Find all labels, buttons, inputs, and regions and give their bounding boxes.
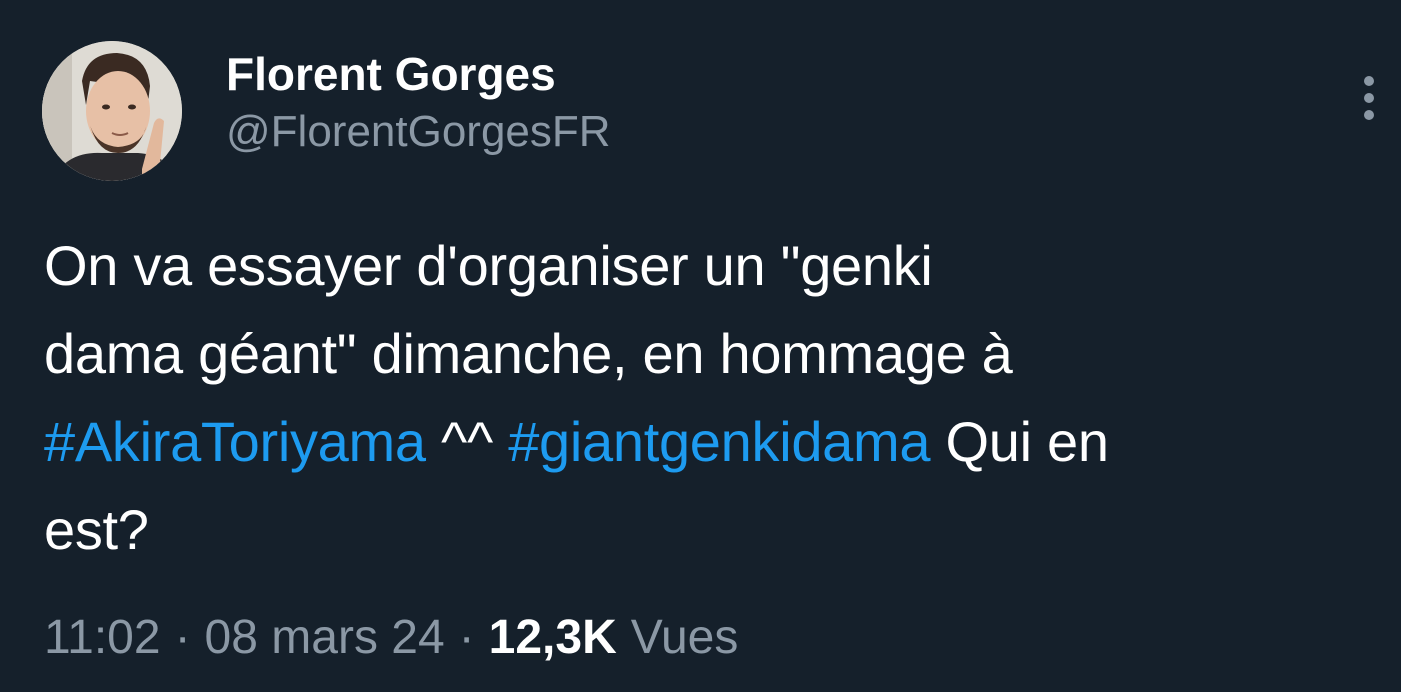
- more-vertical-icon: [1364, 76, 1374, 86]
- hashtag-link[interactable]: #giantgenkidama: [508, 410, 930, 473]
- more-vertical-icon-dot: [1364, 110, 1374, 120]
- more-vertical-icon-dot: [1364, 93, 1374, 103]
- tweet-text-line: dama géant" dimanche, en hommage à: [44, 322, 1013, 385]
- hashtag-link[interactable]: #AkiraToriyama: [44, 410, 426, 473]
- separator-dot: ·: [458, 611, 475, 664]
- tweet-time[interactable]: 11:02: [44, 611, 161, 664]
- more-options-button[interactable]: [1352, 72, 1386, 124]
- avatar-photo-icon: [42, 41, 182, 181]
- username-handle[interactable]: @FlorentGorgesFR: [226, 104, 611, 160]
- user-info[interactable]: Florent Gorges @FlorentGorgesFR: [226, 46, 611, 160]
- display-name[interactable]: Florent Gorges: [226, 46, 611, 102]
- tweet-card: Florent Gorges @FlorentGorgesFR On va es…: [0, 0, 1401, 692]
- tweet-text-fragment: ^^: [425, 410, 509, 473]
- tweet-text-line: #AkiraToriyama ^^ #giantgenkidama Qui en: [44, 398, 1396, 486]
- separator-dot: ·: [174, 611, 191, 664]
- tweet-text-line: On va essayer d'organiser un "genki: [44, 234, 933, 297]
- avatar[interactable]: [42, 41, 182, 181]
- tweet-date[interactable]: 08 mars 24: [205, 611, 445, 664]
- tweet-text-line: est?: [44, 498, 149, 561]
- tweet-metadata: 11:02 · 08 mars 24 · 12,3K Vues: [44, 606, 738, 670]
- tweet-text-fragment: Qui en: [930, 410, 1109, 473]
- views-label: Vues: [630, 611, 739, 664]
- views-count[interactable]: 12,3K: [489, 611, 617, 664]
- tweet-text: On va essayer d'organiser un "genki dama…: [44, 222, 1396, 574]
